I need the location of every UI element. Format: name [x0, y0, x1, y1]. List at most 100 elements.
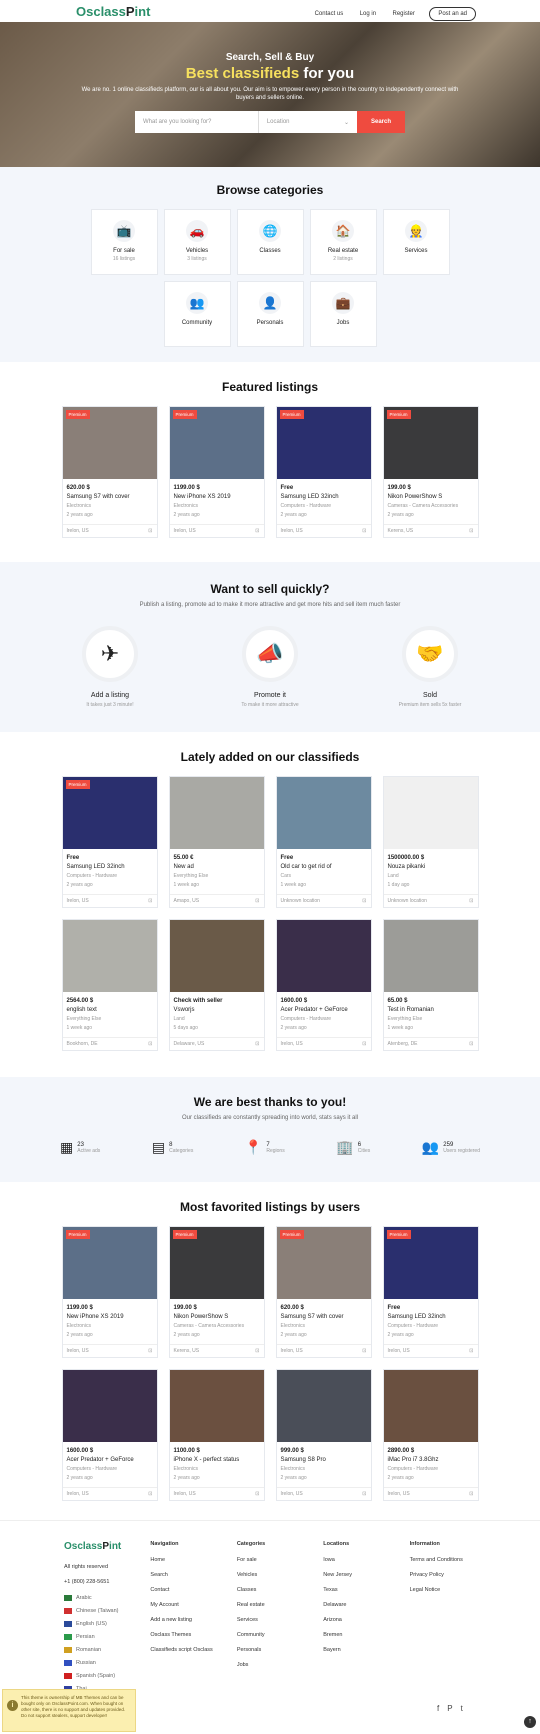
site-logo[interactable]: OsclassPint [76, 4, 303, 19]
footer-link[interactable]: Add a new listing [150, 1617, 216, 1623]
listing-card[interactable]: Premium 199.00 $ Nikon PowerShow S Cameras … [168, 1226, 265, 1358]
listing-title[interactable]: Samsung S8 Pro [281, 1457, 367, 1463]
bookmark-icon[interactable]: ⊡ [469, 1348, 473, 1354]
listing-title[interactable]: Samsung S7 with cover [281, 1314, 367, 1320]
footer-link[interactable]: Bremen [323, 1632, 389, 1638]
footer-link[interactable]: My Account [150, 1602, 216, 1608]
listing-image[interactable]: Premium [169, 407, 264, 479]
listing-image[interactable] [383, 1370, 478, 1442]
listing-card[interactable]: Premium 199.00 $ Nikon PowerShow S Cameras … [382, 406, 479, 538]
listing-image[interactable] [169, 1370, 264, 1442]
category-tile[interactable]: 👥 Community [163, 281, 231, 347]
bookmark-icon[interactable]: ⊡ [362, 1041, 366, 1047]
listing-image[interactable] [62, 920, 157, 992]
footer-link[interactable]: Classifieds script Osclass [150, 1647, 216, 1653]
bookmark-icon[interactable]: ⊡ [362, 1491, 366, 1497]
footer-link[interactable]: Contact [150, 1587, 216, 1593]
category-tile[interactable]: 🏠 Real estate 2 listings [309, 209, 377, 275]
language-item[interactable]: Arabic [64, 1595, 130, 1601]
listing-title[interactable]: Old car to get rid of [281, 864, 367, 870]
bookmark-icon[interactable]: ⊡ [148, 1041, 152, 1047]
pinterest-icon[interactable]: P [447, 1704, 452, 1713]
listing-card[interactable]: 1100.00 $ iPhone X - perfect status Electr… [168, 1369, 265, 1501]
footer-link[interactable]: Delaware [323, 1602, 389, 1608]
listing-card[interactable]: Premium 1199.00 $ New iPhone XS 2019 Electr… [61, 1226, 158, 1358]
listing-title[interactable]: Samsung S7 with cover [67, 494, 153, 500]
listing-title[interactable]: Acer Predator + GeForce [67, 1457, 153, 1463]
listing-image[interactable]: Premium [62, 407, 157, 479]
bookmark-icon[interactable]: ⊡ [362, 1348, 366, 1354]
listing-card[interactable]: 2890.00 $ iMac Pro i7 3.8Ghz Computers - H… [382, 1369, 479, 1501]
bookmark-icon[interactable]: ⊡ [255, 528, 259, 534]
footer-link[interactable]: Texas [323, 1587, 389, 1593]
listing-image[interactable]: Premium [62, 777, 157, 849]
listing-image[interactable]: Premium [276, 407, 371, 479]
listing-image[interactable] [276, 777, 371, 849]
bookmark-icon[interactable]: ⊡ [255, 1041, 259, 1047]
listing-card[interactable]: Premium Free Samsung LED 32inch Computers -… [382, 1226, 479, 1358]
listing-title[interactable]: Vsworjs [174, 1007, 260, 1013]
footer-link[interactable]: Iowa [323, 1557, 389, 1563]
listing-card[interactable]: Free Old car to get rid of Cars 1 week ago U… [275, 776, 372, 908]
listing-image[interactable] [62, 1370, 157, 1442]
footer-link[interactable]: Bayern [323, 1647, 389, 1653]
listing-image[interactable] [383, 777, 478, 849]
bookmark-icon[interactable]: ⊡ [469, 898, 473, 904]
listing-title[interactable]: english text [67, 1007, 153, 1013]
listing-image[interactable]: Premium [383, 407, 478, 479]
footer-link[interactable]: Privacy Policy [410, 1572, 476, 1578]
footer-link[interactable]: Classes [237, 1587, 303, 1593]
listing-title[interactable]: Samsung LED 32inch [388, 1314, 474, 1320]
language-item[interactable]: English (US) [64, 1621, 130, 1627]
footer-logo[interactable]: OsclassPint [64, 1541, 130, 1552]
listing-image[interactable] [276, 920, 371, 992]
register-link[interactable]: Register [393, 11, 415, 17]
listing-image[interactable] [169, 777, 264, 849]
footer-link[interactable]: Osclass Themes [150, 1632, 216, 1638]
listing-card[interactable]: 1600.00 $ Acer Predator + GeForce Computer… [61, 1369, 158, 1501]
listing-card[interactable]: 55.00 € New ad Everything Else 1 week ago Am… [168, 776, 265, 908]
listing-card[interactable]: Premium 620.00 $ Samsung S7 with cover Elec… [61, 406, 158, 538]
listing-title[interactable]: Samsung LED 32inch [281, 494, 367, 500]
bookmark-icon[interactable]: ⊡ [255, 1348, 259, 1354]
bookmark-icon[interactable]: ⊡ [469, 528, 473, 534]
footer-link[interactable]: For sale [237, 1557, 303, 1563]
category-tile[interactable]: 👤 Personals [236, 281, 304, 347]
footer-link[interactable]: Vehicles [237, 1572, 303, 1578]
facebook-icon[interactable]: f [437, 1704, 439, 1713]
bookmark-icon[interactable]: ⊡ [148, 528, 152, 534]
listing-card[interactable]: Premium 1199.00 $ New iPhone XS 2019 Electr… [168, 406, 265, 538]
listing-card[interactable]: Premium Free Samsung LED 32inch Computers -… [275, 406, 372, 538]
footer-link[interactable]: Home [150, 1557, 216, 1563]
search-input[interactable]: What are you looking for? [135, 110, 258, 133]
language-item[interactable]: Chinese (Taiwan) [64, 1608, 130, 1614]
bookmark-icon[interactable]: ⊡ [255, 1491, 259, 1497]
listing-title[interactable]: Acer Predator + GeForce [281, 1007, 367, 1013]
login-link[interactable]: Log in [360, 11, 376, 17]
footer-link[interactable]: New Jersey [323, 1572, 389, 1578]
listing-title[interactable]: Nouza pikanki [388, 864, 474, 870]
bookmark-icon[interactable]: ⊡ [469, 1491, 473, 1497]
footer-link[interactable]: Search [150, 1572, 216, 1578]
listing-title[interactable]: Test in Romanian [388, 1007, 474, 1013]
listing-card[interactable]: Premium Free Samsung LED 32inch Computers -… [61, 776, 158, 908]
listing-card[interactable]: 1600.00 $ Acer Predator + GeForce Computer… [275, 919, 372, 1051]
listing-title[interactable]: Samsung LED 32inch [67, 864, 153, 870]
language-item[interactable]: Spanish (Spain) [64, 1673, 130, 1679]
bookmark-icon[interactable]: ⊡ [362, 528, 366, 534]
listing-image[interactable]: Premium [276, 1227, 371, 1299]
language-item[interactable]: Russian [64, 1660, 130, 1666]
listing-image[interactable]: Premium [383, 1227, 478, 1299]
listing-image[interactable] [383, 920, 478, 992]
bookmark-icon[interactable]: ⊡ [255, 898, 259, 904]
bookmark-icon[interactable]: ⊡ [148, 1348, 152, 1354]
category-tile[interactable]: 📺 For sale 16 listings [90, 209, 158, 275]
search-button[interactable]: Search [357, 110, 405, 133]
listing-card[interactable]: 1500000.00 $ Nouza pikanki Land 1 day ago Un… [382, 776, 479, 908]
footer-link[interactable]: Real estate [237, 1602, 303, 1608]
listing-title[interactable]: Nikon PowerShow S [388, 494, 474, 500]
listing-card[interactable]: 999.00 $ Samsung S8 Pro Electronics 2 years… [275, 1369, 372, 1501]
listing-image[interactable]: Premium [169, 1227, 264, 1299]
bookmark-icon[interactable]: ⊡ [148, 898, 152, 904]
contact-link[interactable]: Contact us [315, 11, 344, 17]
